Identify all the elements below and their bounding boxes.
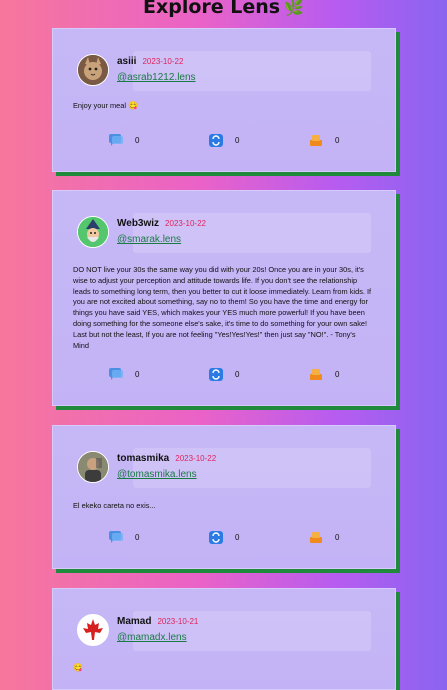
page-title: Explore Lens 🌿 [0,0,447,18]
comment-icon [109,134,123,146]
mirror-count: 0 [235,370,240,379]
mirror-icon [209,368,223,381]
post-actions: 0 0 0 [53,134,395,150]
username-text: asiii [117,56,137,67]
post-content: DO NOT live your 30s the same way you di… [73,265,373,351]
comment-button[interactable]: 0 [109,134,149,150]
post-actions: 0 0 0 [53,368,395,384]
comment-count: 0 [135,533,140,542]
post-header: asiii 2023-10-22 @asrab1212.lens [77,51,371,91]
profile-handle-link[interactable]: @mamadx.lens [117,632,187,643]
post-date: 2023-10-22 [165,219,206,228]
mirror-count: 0 [235,136,240,145]
cat-avatar-icon [78,55,108,85]
person-avatar-icon [78,452,108,482]
post-card[interactable]: Mamad 2023-10-21 @mamadx.lens 😋 [52,588,396,690]
mirror-count: 0 [235,533,240,542]
username[interactable]: asiii 2023-10-22 [117,56,183,67]
post-card[interactable]: tomasmika 2023-10-22 @tomasmika.lens El e… [52,425,396,569]
page-title-text: Explore Lens [142,0,281,18]
post-header: Mamad 2023-10-21 @mamadx.lens [77,611,371,651]
post-date: 2023-10-22 [142,57,184,66]
wizard-avatar-icon [78,217,108,247]
post-date: 2023-10-21 [157,617,199,626]
avatar[interactable] [77,614,109,646]
mirror-button[interactable]: 0 [209,134,249,150]
post-actions: 0 0 0 [53,531,395,547]
comment-count: 0 [135,136,140,145]
avatar[interactable] [77,216,109,248]
collect-button[interactable]: 0 [309,531,349,547]
collect-icon [310,532,322,543]
avatar[interactable] [77,54,109,86]
username[interactable]: Web3wiz 2023-10-22 [117,218,206,229]
mirror-button[interactable]: 0 [209,531,249,547]
collect-button[interactable]: 0 [309,368,349,384]
collect-icon [310,135,322,146]
username[interactable]: Mamad 2023-10-21 [117,616,198,627]
username-text: tomasmika [117,453,170,464]
username-text: Web3wiz [117,218,160,229]
post-card[interactable]: asiii 2023-10-22 @asrab1212.lens Enjoy yo… [52,28,396,172]
post-content: Enjoy your meal 😋 [73,101,373,112]
post-text: Enjoy your meal [73,101,126,110]
username-text: Mamad [117,616,152,627]
mirror-icon [209,531,223,544]
comment-button[interactable]: 0 [109,531,149,547]
comment-icon [109,368,123,380]
post-header: Web3wiz 2023-10-22 @smarak.lens [77,213,371,253]
maple-leaf-avatar-icon [78,615,108,645]
post-header: tomasmika 2023-10-22 @tomasmika.lens [77,448,371,488]
collect-count: 0 [335,136,340,145]
collect-count: 0 [335,533,340,542]
post-content: El ekeko careta no exis... [73,501,373,512]
mirror-button[interactable]: 0 [209,368,249,384]
post-text: El ekeko careta no exis... [73,501,156,510]
comment-count: 0 [135,370,140,379]
leaf-icon: 🌿 [284,0,305,17]
username[interactable]: tomasmika 2023-10-22 [117,453,216,464]
collect-icon [310,369,322,380]
post-date: 2023-10-22 [175,454,217,463]
yum-emoji-icon: 😋 [128,101,139,110]
profile-handle-link[interactable]: @tomasmika.lens [117,469,197,480]
post-content: 😋 [73,663,373,674]
post-text: DO NOT live your 30s the same way you di… [73,265,372,350]
profile-handle-link[interactable]: @smarak.lens [117,234,181,245]
mirror-icon [209,134,223,147]
profile-handle-link[interactable]: @asrab1212.lens [117,72,196,83]
post-card[interactable]: Web3wiz 2023-10-22 @smarak.lens DO NOT li… [52,190,396,406]
comment-button[interactable]: 0 [109,368,149,384]
avatar[interactable] [77,451,109,483]
collect-button[interactable]: 0 [309,134,349,150]
collect-count: 0 [335,370,340,379]
comment-icon [109,531,123,543]
